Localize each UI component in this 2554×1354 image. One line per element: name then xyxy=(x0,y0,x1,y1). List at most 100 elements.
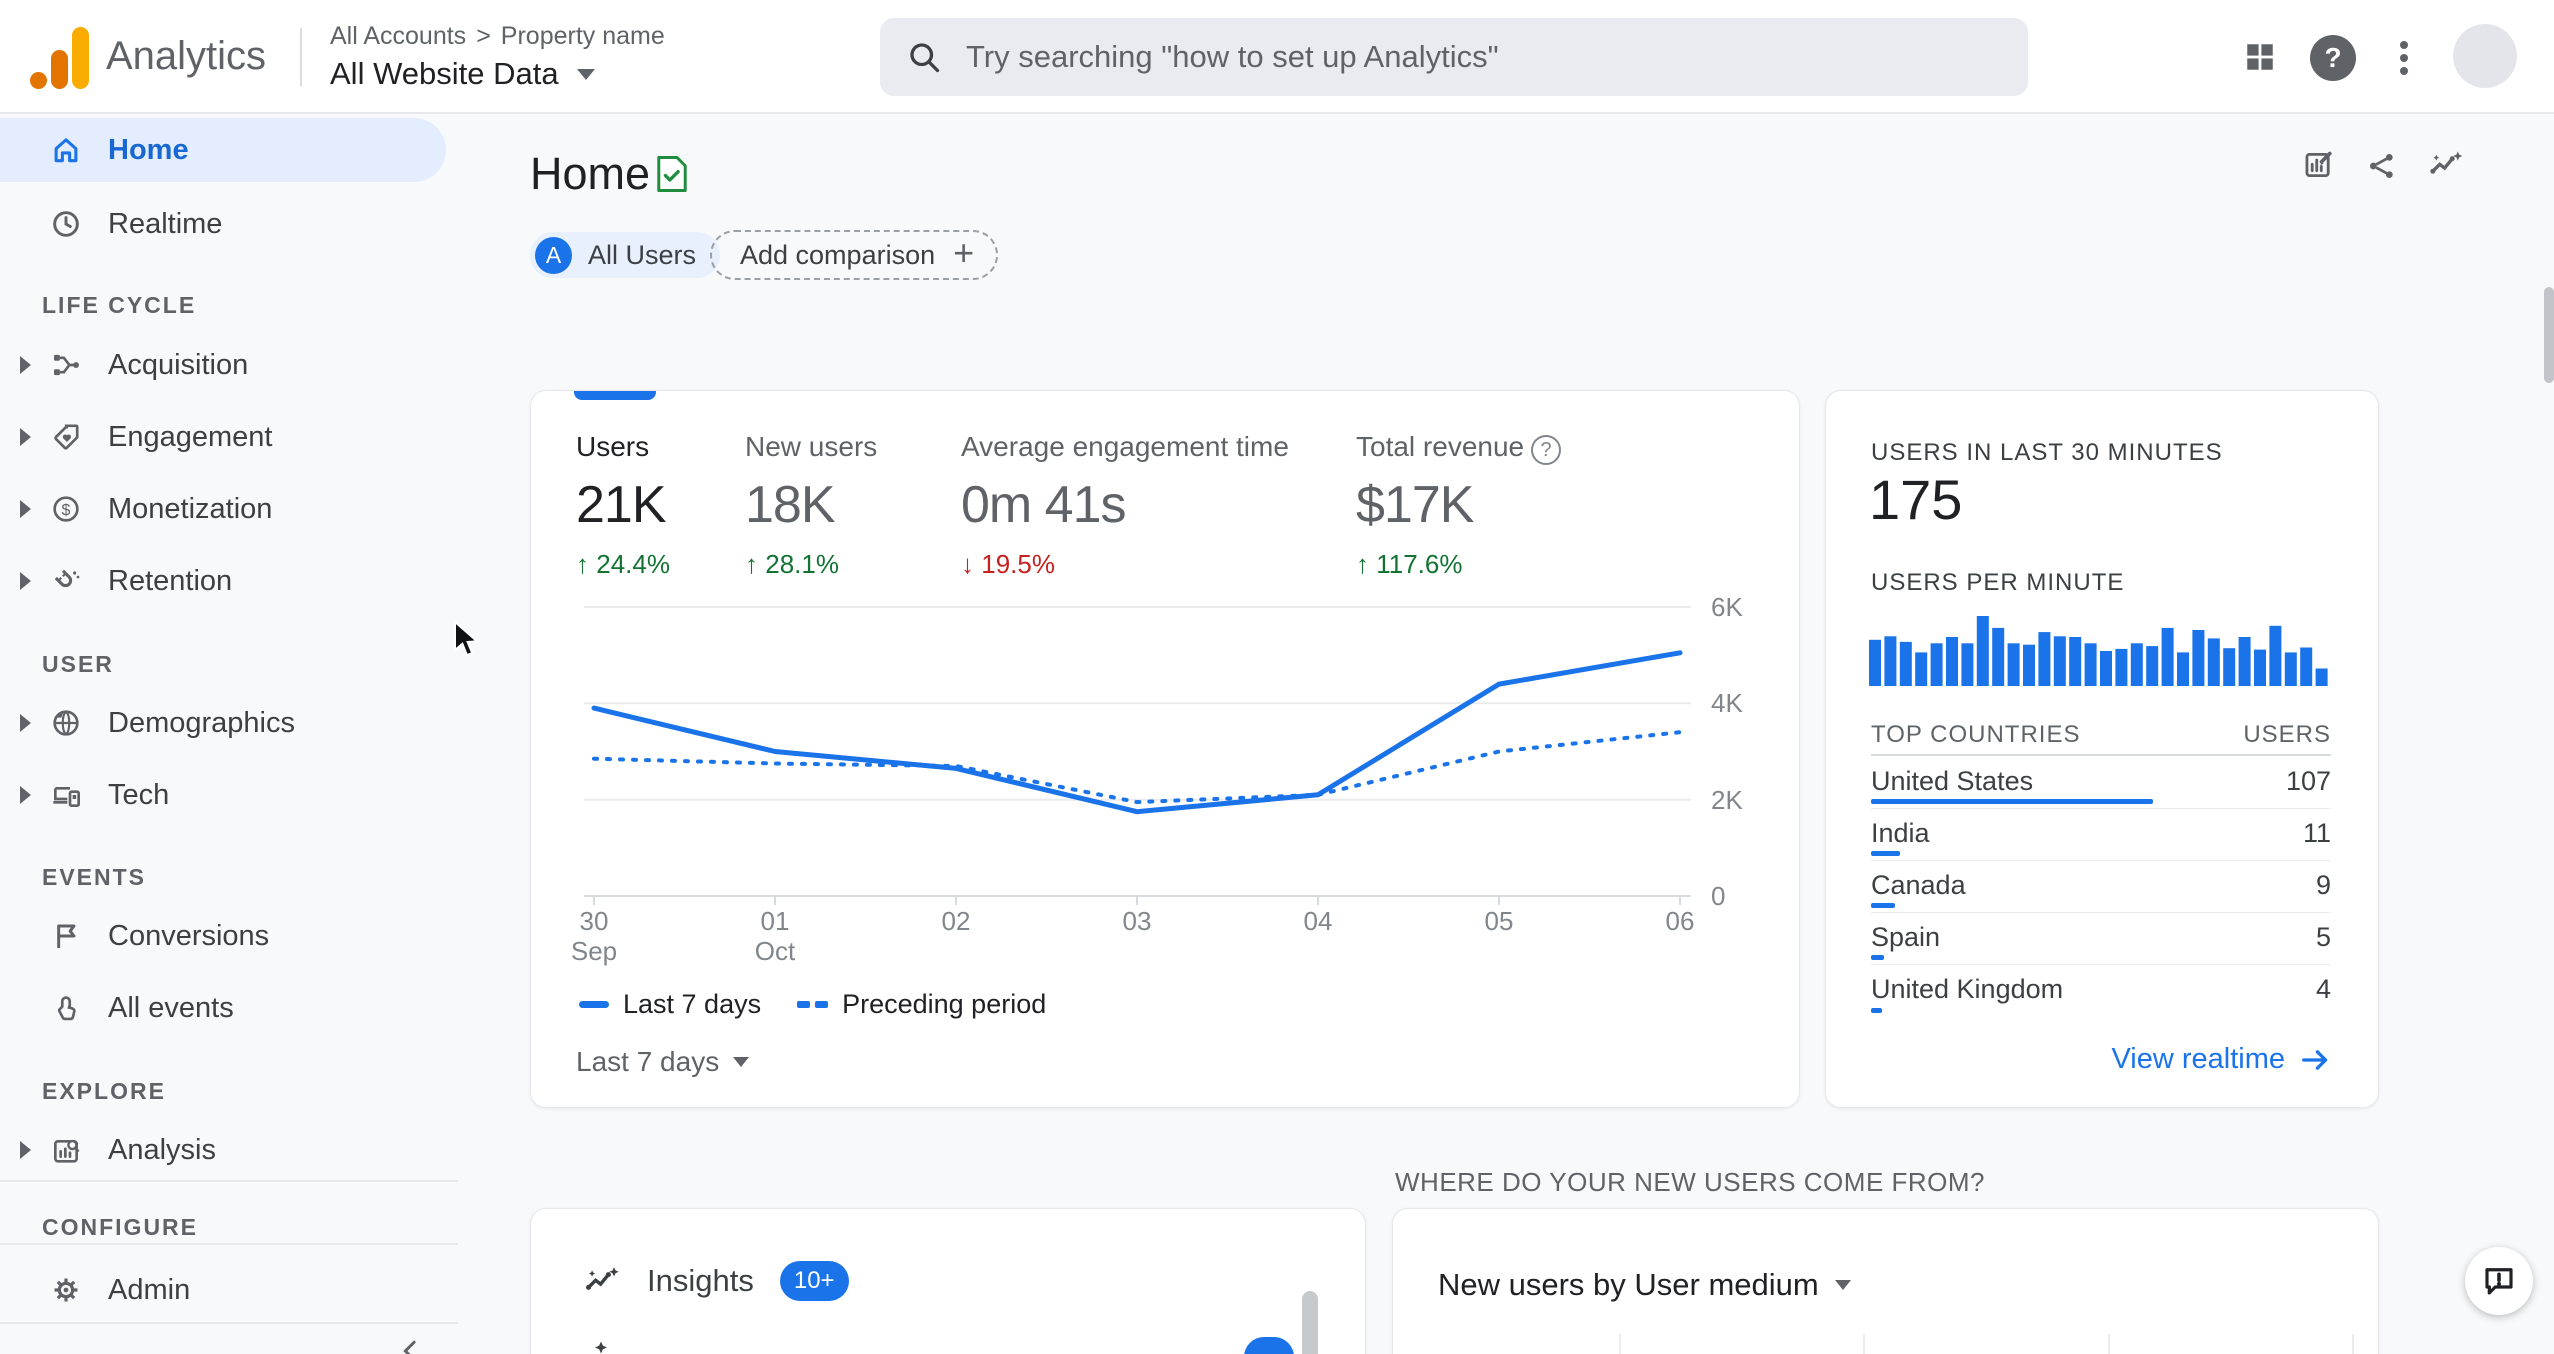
breadcrumb-all-accounts[interactable]: All Accounts xyxy=(330,22,466,51)
chart-gridline xyxy=(2352,1334,2354,1354)
sidebar-item-all-events[interactable]: All events xyxy=(0,976,446,1040)
gear-icon xyxy=(54,1278,78,1302)
country-users: 9 xyxy=(2315,870,2331,900)
breadcrumb-property-name[interactable]: Property name xyxy=(501,22,665,51)
metric-tab-total-revenue[interactable]: Total revenue $17K ↑ 117.6% xyxy=(1356,431,1524,580)
metric-value: 18K xyxy=(745,476,836,534)
users-30min-value: 175 xyxy=(1869,468,1963,531)
users-30min-label: USERS IN LAST 30 MINUTES xyxy=(1871,439,2223,466)
add-comparison-button[interactable]: Add comparison + xyxy=(710,230,999,280)
metric-tab-new-users[interactable]: New users 18K ↑ 28.1% xyxy=(745,431,877,580)
legend-dashed-swatch xyxy=(797,1001,811,1008)
y-tick: 6K xyxy=(1711,592,1743,622)
sidebar-item-label: Realtime xyxy=(108,207,223,240)
flag-icon xyxy=(57,924,76,948)
section-title-life-cycle: LIFE CYCLE xyxy=(42,292,197,318)
metric-tab-users[interactable]: Users 21K ↑ 24.4% xyxy=(576,431,670,580)
insights-scrollbar[interactable] xyxy=(1302,1291,1318,1354)
plus-icon: + xyxy=(953,232,975,273)
insights-sparkle-icon xyxy=(585,1267,619,1290)
view-realtime-link[interactable]: View realtime xyxy=(2111,1043,2331,1076)
sidebar-item-label: Engagement xyxy=(108,420,273,453)
expand-arrow-icon[interactable] xyxy=(20,500,31,518)
sidebar-item-label: Tech xyxy=(108,778,170,811)
expand-arrow-icon[interactable] xyxy=(20,786,31,804)
sidebar-item-label: Admin xyxy=(108,1273,191,1306)
date-range-selector[interactable]: Last 7 days xyxy=(576,1046,750,1078)
country-name: Canada xyxy=(1871,870,1966,900)
chart-gridline xyxy=(1619,1334,1621,1354)
search-bar[interactable] xyxy=(880,18,2028,96)
country-bar xyxy=(1871,1008,1882,1013)
new-users-card: New users by User medium xyxy=(1392,1208,2379,1354)
table-row: Canada 9 xyxy=(1871,861,2331,913)
users-trend-chart xyxy=(584,606,1691,905)
realtime-card: USERS IN LAST 30 MINUTES 175 USERS PER M… xyxy=(1825,390,2379,1108)
property-selector[interactable]: All Website Data xyxy=(330,56,595,92)
y-tick: 0 xyxy=(1711,881,1726,911)
apps-grid-icon[interactable] xyxy=(2243,40,2277,74)
collapse-sidebar-icon[interactable] xyxy=(396,1336,426,1354)
devices-icon xyxy=(53,787,80,807)
country-name: United Kingdom xyxy=(1871,974,2064,1004)
search-input[interactable] xyxy=(966,39,2002,75)
sidebar-item-home[interactable]: Home xyxy=(0,118,446,182)
sidebar-item-realtime[interactable]: Realtime xyxy=(0,192,446,256)
share-icon[interactable] xyxy=(2366,150,2398,182)
metric-tab-engagement-time[interactable]: Average engagement time 0m 41s ↓ 19.5% xyxy=(961,431,1289,580)
sidebar-item-demographics[interactable]: Demographics xyxy=(0,691,446,755)
users-per-minute-chart xyxy=(1869,616,2328,686)
breadcrumb: All Accounts > Property name xyxy=(330,22,665,51)
x-axis-labels: 30 Sep 01 Oct 02 03 04 05 06 xyxy=(570,906,1695,966)
all-users-chip[interactable]: A All Users xyxy=(530,232,721,278)
feedback-bubble-icon xyxy=(2485,1268,2513,1295)
sidebar-item-tech[interactable]: Tech xyxy=(0,763,446,827)
insights-title: Insights xyxy=(647,1263,754,1298)
sidebar-item-monetization[interactable]: $ Monetization xyxy=(0,477,446,541)
expand-arrow-icon[interactable] xyxy=(20,572,31,590)
metric-value: 21K xyxy=(576,476,667,534)
expand-arrow-icon[interactable] xyxy=(20,1141,31,1159)
sidebar-item-conversions[interactable]: Conversions xyxy=(0,904,446,968)
sidebar-item-engagement[interactable]: Engagement xyxy=(0,405,446,469)
table-row: United States 107 xyxy=(1871,757,2331,809)
sidebar-item-label: Home xyxy=(108,133,189,166)
new-users-section-heading: WHERE DO YOUR NEW USERS COME FROM? xyxy=(1395,1167,1986,1197)
view-realtime-label: View realtime xyxy=(2111,1043,2285,1075)
customize-report-icon[interactable] xyxy=(2302,148,2336,182)
sidebar-item-analysis[interactable]: Analysis xyxy=(0,1118,446,1182)
sidebar-divider xyxy=(0,1243,458,1245)
new-users-dimension-selector[interactable]: New users by User medium xyxy=(1438,1267,1851,1303)
sidebar-item-retention[interactable]: Retention xyxy=(0,549,446,613)
insights-icon[interactable] xyxy=(2428,148,2464,182)
table-row: India 11 xyxy=(1871,809,2331,861)
help-icon[interactable]: ? xyxy=(2310,35,2356,81)
touch-icon xyxy=(57,996,76,1021)
expand-arrow-icon[interactable] xyxy=(20,428,31,446)
globe-icon xyxy=(53,710,79,736)
legend-dashed-swatch xyxy=(815,1001,829,1008)
country-bar xyxy=(1871,799,2153,804)
expand-arrow-icon[interactable] xyxy=(20,356,31,374)
sparkle-icon xyxy=(595,1341,607,1354)
avatar[interactable] xyxy=(2453,24,2517,88)
data-quality-icon xyxy=(657,155,687,193)
arrow-right-icon xyxy=(2302,1049,2328,1070)
sidebar-item-label: Monetization xyxy=(108,492,273,525)
country-bar xyxy=(1871,903,1895,908)
acquisition-icon xyxy=(54,354,79,376)
revenue-help-icon[interactable]: ? xyxy=(1531,435,1561,465)
section-title-events: EVENTS xyxy=(42,864,147,890)
sidebar-item-acquisition[interactable]: Acquisition xyxy=(0,333,446,397)
expand-arrow-icon[interactable] xyxy=(20,714,31,732)
feedback-button[interactable] xyxy=(2465,1247,2533,1315)
more-menu-icon[interactable] xyxy=(2398,36,2410,80)
section-title-user: USER xyxy=(42,651,114,677)
sidebar-item-admin[interactable]: Admin xyxy=(0,1258,446,1322)
add-comparison-label: Add comparison xyxy=(740,239,936,270)
monetization-icon: $ xyxy=(53,496,79,522)
window-scrollbar-thumb[interactable] xyxy=(2544,287,2554,383)
sidebar-item-label: Conversions xyxy=(108,919,270,952)
sidebar-divider xyxy=(0,1322,458,1324)
sidebar-item-label: Analysis xyxy=(108,1133,216,1166)
